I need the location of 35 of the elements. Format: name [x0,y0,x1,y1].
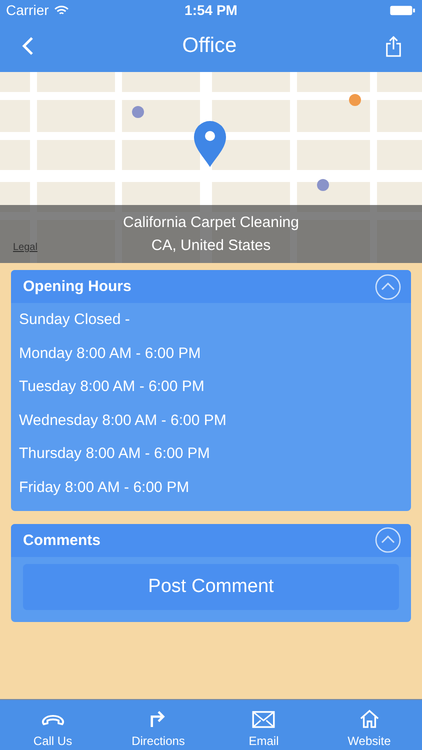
battery-icon [390,4,416,16]
phone-icon [40,713,65,728]
place-region: CA, United States [151,237,271,254]
section-header[interactable]: Opening Hours [11,270,411,303]
tab-label: Call Us [33,734,72,748]
section-title: Opening Hours [23,278,132,295]
tab-item[interactable]: Call Us [0,700,106,750]
house-icon [358,709,380,728]
tab-item[interactable]: Directions [106,700,211,750]
carrier-name: Carrier [6,2,49,18]
hours-row-text: Monday 8:00 AM - 6:00 PM [19,344,202,364]
tab-item[interactable]: Website [316,700,422,750]
section-header[interactable]: Comments [11,524,411,557]
status-time: 1:54 PM [184,2,238,18]
tab-label: Website [348,734,391,748]
tab-item[interactable]: Email [211,700,316,750]
share-icon[interactable] [385,36,402,56]
tab-label: Directions [132,734,185,748]
post-comment-button[interactable]: Post Comment [23,564,399,610]
hours-row-text: Thursday 8:00 AM - 6:00 PM [19,444,211,464]
chevron-up-icon[interactable] [375,527,401,554]
hours-row-text: Tuesday 8:00 AM - 6:00 PM [19,377,206,398]
chevron-up-icon[interactable] [375,274,401,300]
wifi-icon [54,4,69,16]
hours-row-text: Sunday Closed - [19,310,131,330]
place-name: California Carpet Cleaning [123,214,299,231]
back-icon[interactable] [22,36,34,56]
envelope-icon [252,711,276,728]
map-pin-icon[interactable] [193,120,227,168]
legal-link[interactable]: Legal [13,242,38,253]
tab-label: Email [248,734,279,748]
section-title: Comments [23,532,101,549]
hours-row-text: Friday 8:00 AM - 6:00 PM [19,478,190,498]
hours-row-text: Wednesday 8:00 AM - 6:00 PM [19,410,228,431]
window-title: Office [182,34,237,58]
